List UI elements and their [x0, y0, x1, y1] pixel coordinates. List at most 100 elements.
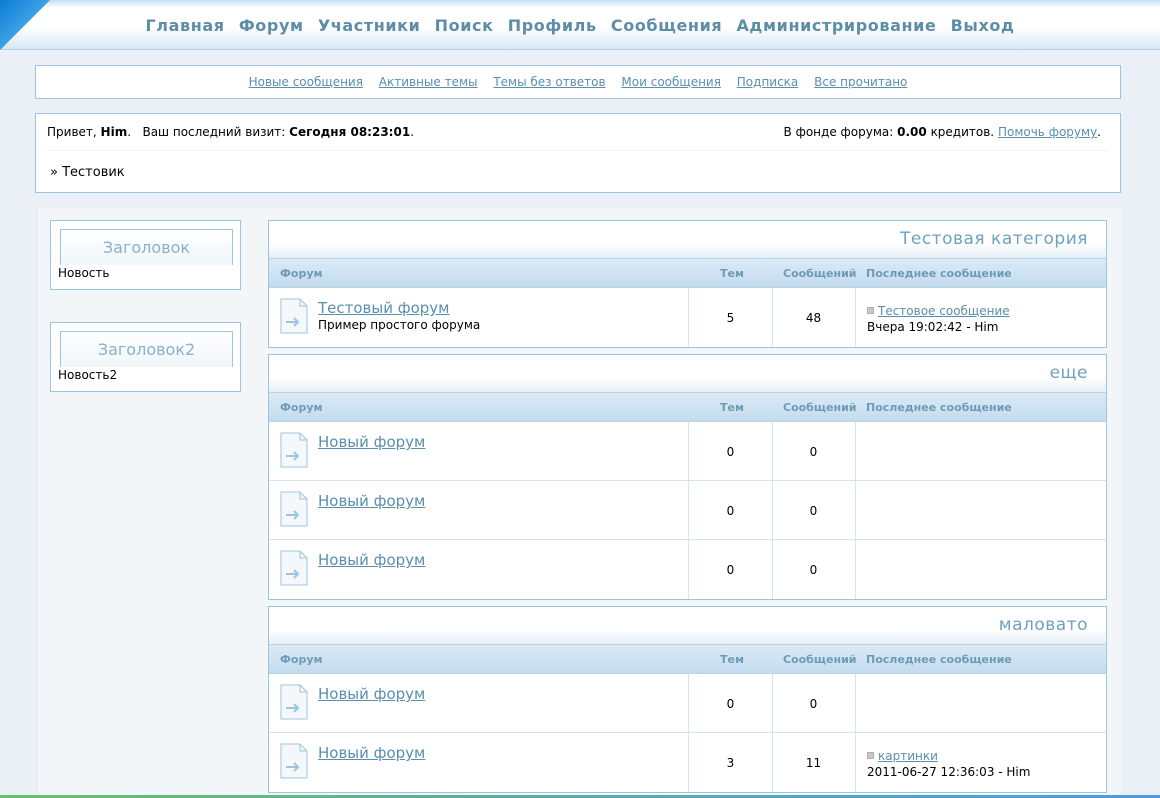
forum-name: Новый форум: [318, 744, 425, 762]
col-topics: Тем: [720, 267, 744, 280]
username: Him: [100, 125, 128, 139]
post-count: 48: [805, 311, 822, 325]
col-last-post: Последнее сообщение: [866, 401, 1012, 414]
link-my-posts[interactable]: Мои сообщения: [621, 75, 721, 89]
table-row: Новый форум 0 0: [269, 540, 1106, 599]
sidebar-block-1: Заголовок Новость: [50, 220, 241, 290]
nav-item-logout[interactable]: Выход: [951, 16, 1015, 35]
post-count: 0: [809, 504, 818, 518]
last-post-info: Вчера 19:02:42 - Him: [867, 320, 999, 334]
col-forum: Форум: [280, 653, 323, 666]
table-row: Тестовый форум Пример простого форума 5 …: [269, 288, 1106, 347]
forum-link[interactable]: Новый форум: [318, 744, 425, 762]
nav-item-profile[interactable]: Профиль: [508, 16, 597, 35]
sidebar-block-2: Заголовок2 Новость2: [50, 322, 241, 392]
forum-description: Пример простого форума: [318, 318, 481, 332]
forum-name: Тестовый форум: [318, 299, 449, 317]
forum-link[interactable]: Новый форум: [318, 551, 425, 569]
nav-item-home[interactable]: Главная: [146, 16, 225, 35]
topic-count: 0: [726, 563, 735, 577]
table-header: Форум Тем Сообщений Последнее сообщение: [269, 393, 1106, 422]
nav-item-forum[interactable]: Форум: [239, 16, 304, 35]
forum-icon: [280, 298, 308, 334]
forum-link[interactable]: Новый форум: [318, 492, 425, 510]
forum-link[interactable]: Новый форум: [318, 433, 425, 451]
category-test: Тестовая категория Форум Тем Сообщений П…: [268, 220, 1107, 348]
forum-link[interactable]: Новый форум: [318, 685, 425, 703]
welcome-panel: Привет, Him. Ваш последний визит: Сегодн…: [35, 113, 1121, 193]
post-count: 0: [809, 697, 818, 711]
forum-icon: [280, 684, 308, 720]
forum-icon: [280, 432, 308, 468]
forum-icon: [280, 491, 308, 527]
post-count: 0: [809, 445, 818, 459]
col-posts: Сообщений: [783, 401, 857, 414]
topic-count: 0: [726, 445, 735, 459]
divider: [47, 150, 1109, 151]
help-forum-link[interactable]: Помочь форуму: [998, 125, 1097, 139]
greeting-text: Привет,: [47, 125, 97, 139]
quicklinks-bar: Новые сообщения Активные темы Темы без о…: [35, 65, 1121, 99]
link-new-posts[interactable]: Новые сообщения: [249, 75, 363, 89]
table-header: Форум Тем Сообщений Последнее сообщение: [269, 645, 1106, 674]
table-row: Новый форум 0 0: [269, 481, 1106, 540]
topic-count: 5: [726, 311, 735, 325]
col-posts: Сообщений: [783, 267, 857, 280]
col-forum: Форум: [280, 267, 323, 280]
forum-link[interactable]: Тестовый форум: [318, 299, 449, 317]
col-last-post: Последнее сообщение: [866, 267, 1012, 280]
topic-count: 0: [726, 504, 735, 518]
last-visit-label: Ваш последний визит:: [142, 125, 286, 139]
table-row: Новый форум 0 0: [269, 674, 1106, 733]
col-topics: Тем: [720, 653, 744, 666]
header-strip: [0, 0, 1160, 8]
table-row: Новый форум 3 11 картинки 2011-06-27 12:…: [269, 733, 1106, 792]
main-nav: Главная Форум Участники Поиск Профиль Со…: [0, 16, 1160, 35]
fund-label: В фонде форума:: [783, 125, 894, 139]
category-title[interactable]: Тестовая категория: [269, 221, 1106, 259]
post-count: 0: [809, 563, 818, 577]
col-forum: Форум: [280, 401, 323, 414]
sidebar-block-title: Заголовок2: [60, 331, 233, 367]
link-unanswered[interactable]: Темы без ответов: [493, 75, 605, 89]
nav-item-admin[interactable]: Администрирование: [736, 16, 936, 35]
forum-name: Новый форум: [318, 433, 425, 451]
sidebar-block-body: Новость2: [58, 368, 118, 382]
forum-name: Новый форум: [318, 492, 425, 510]
nav-item-messages[interactable]: Сообщения: [611, 16, 722, 35]
col-posts: Сообщений: [783, 653, 857, 666]
sidebar-block-title: Заголовок: [60, 229, 233, 265]
forum-icon: [280, 550, 308, 586]
link-mark-read[interactable]: Все прочитано: [814, 75, 907, 89]
welcome-line: Привет, Him. Ваш последний визит: Сегодн…: [47, 125, 415, 139]
category-more: еще Форум Тем Сообщений Последнее сообще…: [268, 354, 1107, 600]
nav-item-search[interactable]: Поиск: [435, 16, 494, 35]
topic-count: 0: [726, 697, 735, 711]
post-bullet-icon: [867, 752, 874, 759]
last-visit-value: Сегодня 08:23:01: [289, 125, 411, 139]
last-post-link[interactable]: картинки: [878, 749, 938, 763]
forum-fund: В фонде форума: 0.00 кредитов. Помочь фо…: [783, 125, 1101, 139]
col-last-post: Последнее сообщение: [866, 653, 1012, 666]
last-post: Тестовое сообщение Вчера 19:02:42 - Him: [867, 303, 1010, 335]
table-row: Новый форум 0 0: [269, 422, 1106, 481]
fund-value: 0.00: [897, 125, 927, 139]
post-bullet-icon: [867, 307, 874, 314]
nav-item-members[interactable]: Участники: [318, 16, 421, 35]
link-active-topics[interactable]: Активные темы: [379, 75, 478, 89]
breadcrumb[interactable]: » Тестовик: [50, 165, 125, 180]
category-title[interactable]: еще: [269, 355, 1106, 393]
topic-count: 3: [726, 756, 735, 770]
forum-name: Новый форум: [318, 551, 425, 569]
header-bar: Главная Форум Участники Поиск Профиль Со…: [0, 0, 1160, 50]
fund-unit: кредитов.: [930, 125, 995, 139]
table-header: Форум Тем Сообщений Последнее сообщение: [269, 259, 1106, 288]
forum-icon: [280, 743, 308, 779]
last-post-link[interactable]: Тестовое сообщение: [878, 304, 1010, 318]
post-count: 11: [805, 756, 822, 770]
sidebar-block-body: Новость: [58, 266, 110, 280]
category-title[interactable]: маловато: [269, 607, 1106, 645]
forum-name: Новый форум: [318, 685, 425, 703]
col-topics: Тем: [720, 401, 744, 414]
link-subscriptions[interactable]: Подписка: [737, 75, 799, 89]
